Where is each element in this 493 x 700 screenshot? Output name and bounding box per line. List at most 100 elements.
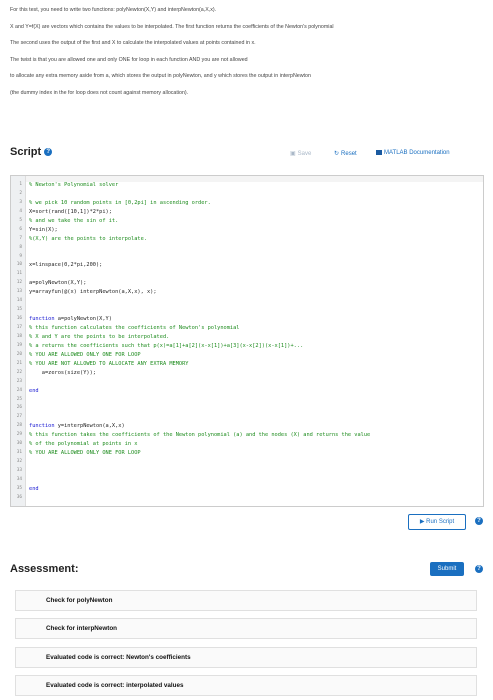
code-line[interactable]: 9 — [11, 253, 483, 262]
line-number: 11 — [16, 271, 22, 277]
code-line[interactable]: 28 function y=interpNewton(a,X,x) — [11, 422, 483, 431]
test-item[interactable]: Evaluated code is correct: Newton's coef… — [15, 647, 477, 668]
line-number: 24 — [16, 387, 22, 393]
run-script-button[interactable]: ▶ Run Script — [408, 514, 466, 530]
code-text: %(X,Y) are the points to interpolate. — [29, 235, 147, 242]
description-line: to allocate any extra memory aside from … — [10, 73, 311, 80]
help-icon[interactable]: ? — [44, 148, 53, 156]
code-line[interactable]: 31 % YOU ARE ALLOWED ONLY ONE FOR LOOP — [11, 449, 483, 458]
code-line[interactable]: 36 — [11, 494, 483, 503]
line-number: 34 — [16, 476, 22, 482]
line-number: 28 — [16, 423, 22, 429]
code-text: function a=polyNewton(X,Y) — [29, 316, 112, 323]
code-line[interactable]: 25 — [11, 396, 483, 405]
code-text: % a returns the coefficients such that p… — [29, 342, 304, 349]
code-text: X=sort(rand([10,1])*2*pi); — [29, 208, 112, 215]
code-text: x=linspace(0,2*pi,200); — [29, 262, 103, 269]
code-line[interactable]: 35 end — [11, 485, 483, 494]
code-line[interactable]: 8 — [11, 244, 483, 253]
code-line[interactable]: 18 % X and Y are the points to be interpo… — [11, 333, 483, 342]
code-line[interactable]: 29 % this function takes the coefficients… — [11, 431, 483, 440]
line-number: 14 — [16, 298, 22, 304]
run-script-label: Run Script — [426, 519, 455, 525]
code-line[interactable]: 2 — [11, 190, 483, 199]
save-button[interactable]: ▣ Save — [290, 150, 311, 157]
line-number: 18 — [16, 333, 22, 339]
code-line[interactable]: 10 x=linspace(0,2*pi,200); — [11, 261, 483, 270]
book-icon — [376, 150, 382, 155]
keyword: function — [29, 316, 55, 323]
code-text: % and we take the sin of it. — [29, 217, 119, 224]
code-line[interactable]: 26 — [11, 404, 483, 413]
code-line[interactable]: 14 — [11, 297, 483, 306]
description-line: The twist is that you are allowed one an… — [10, 56, 248, 63]
line-number: 3 — [19, 199, 22, 205]
code-line[interactable]: 12 a=polyNewton(X,Y); — [11, 279, 483, 288]
line-number: 36 — [16, 494, 22, 500]
line-number: 26 — [16, 405, 22, 411]
code-line[interactable]: 23 — [11, 378, 483, 387]
code-line[interactable]: 16 function a=polyNewton(X,Y) — [11, 315, 483, 324]
code-text: Y=sin(X); — [29, 226, 58, 233]
test-item[interactable]: Check for polyNewton — [15, 590, 477, 611]
code-line[interactable]: 7 %(X,Y) are the points to interpolate. — [11, 235, 483, 244]
test-item[interactable]: Evaluated code is correct: interpolated … — [15, 675, 477, 696]
code-line[interactable]: 24 end — [11, 387, 483, 396]
code-text: % YOU ARE ALLOWED ONLY ONE FOR LOOP — [29, 351, 141, 358]
line-number: 17 — [16, 325, 22, 330]
description-line: For this test, you need to write two fun… — [10, 7, 217, 13]
code-line[interactable]: 19 % a returns the coefficients such that… — [11, 342, 483, 351]
line-number: 4 — [19, 208, 22, 214]
code-line[interactable]: 4 X=sort(rand([10,1])*2*pi); — [11, 208, 483, 217]
documentation-label: MATLAB Documentation — [384, 150, 450, 156]
code-line[interactable]: 22 a=zeros(size(Y)); — [11, 369, 483, 378]
script-title: Script — [10, 146, 42, 158]
line-number: 32 — [16, 459, 22, 465]
line-number: 7 — [19, 235, 22, 241]
code-text: % YOU ARE NOT ALLOWED TO ALLOCATE ANY EX… — [29, 360, 189, 367]
line-number: 21 — [16, 360, 22, 366]
code-line[interactable]: 21 % YOU ARE NOT ALLOWED TO ALLOCATE ANY … — [11, 360, 483, 369]
line-number: 27 — [16, 414, 22, 420]
code-line[interactable]: 5 % and we take the sin of it. — [11, 217, 483, 226]
code-line[interactable]: 13 y=arrayfun(@(x) interpNewton(a,X,x), x… — [11, 288, 483, 297]
line-number: 33 — [16, 468, 22, 473]
code-line[interactable]: 20 % YOU ARE ALLOWED ONLY ONE FOR LOOP — [11, 351, 483, 360]
run-help-icon[interactable]: ? — [475, 517, 483, 525]
description-line: The second uses the output of the first … — [10, 40, 256, 47]
code-line[interactable]: 32 — [11, 458, 483, 467]
code-line[interactable]: 34 — [11, 476, 483, 485]
code-line[interactable]: 17 % this function calculates the coeffic… — [11, 324, 483, 333]
code-line[interactable]: 27 — [11, 413, 483, 422]
problem-description: For this test, you need to write two fun… — [10, 2, 488, 102]
line-number: 25 — [16, 396, 22, 402]
code-line[interactable]: 15 — [11, 306, 483, 315]
code-line[interactable]: 11 — [11, 270, 483, 279]
reset-icon: ↻ — [334, 151, 340, 157]
code-line[interactable]: 1 % Newton's Polynomial solver — [11, 181, 483, 190]
line-number: 5 — [19, 217, 22, 223]
code-line[interactable]: 30 % of the polynomial at points in x — [11, 440, 483, 449]
line-number: 29 — [16, 432, 22, 438]
code-line[interactable]: 3 % we pick 10 random points in [0,2pi] i… — [11, 199, 483, 208]
code-line[interactable]: 33 — [11, 467, 483, 476]
code-text: % X and Y are the points to be interpola… — [29, 333, 170, 340]
submit-button[interactable]: Submit — [430, 562, 464, 576]
code-text: % this function takes the coefficients o… — [29, 432, 371, 439]
code-lines[interactable]: 1% Newton's Polynomial solver 2 3% we pick… — [11, 181, 483, 503]
code-text: end — [29, 485, 39, 494]
code-line[interactable]: 6 Y=sin(X); — [11, 226, 483, 235]
code-text: % we pick 10 random points in [0,2pi] in… — [29, 199, 211, 206]
line-number: 15 — [16, 307, 22, 313]
code-editor[interactable]: 1% Newton's Polynomial solver 2 3% we pick… — [10, 175, 484, 507]
keyword: function — [29, 423, 55, 430]
code-text: % of the polynomial at points in x — [29, 441, 138, 448]
save-icon: ▣ — [290, 151, 296, 157]
assessment-title: Assessment: — [10, 563, 79, 575]
test-item[interactable]: Check for interpNewton — [15, 618, 477, 639]
documentation-link[interactable]: MATLAB Documentation — [376, 150, 450, 156]
reset-button[interactable]: ↻ Reset — [334, 150, 357, 157]
submit-help-icon[interactable]: ? — [475, 565, 483, 573]
script-heading: Script? — [10, 146, 53, 158]
description-line: (the dummy index in the for loop does no… — [10, 89, 189, 96]
